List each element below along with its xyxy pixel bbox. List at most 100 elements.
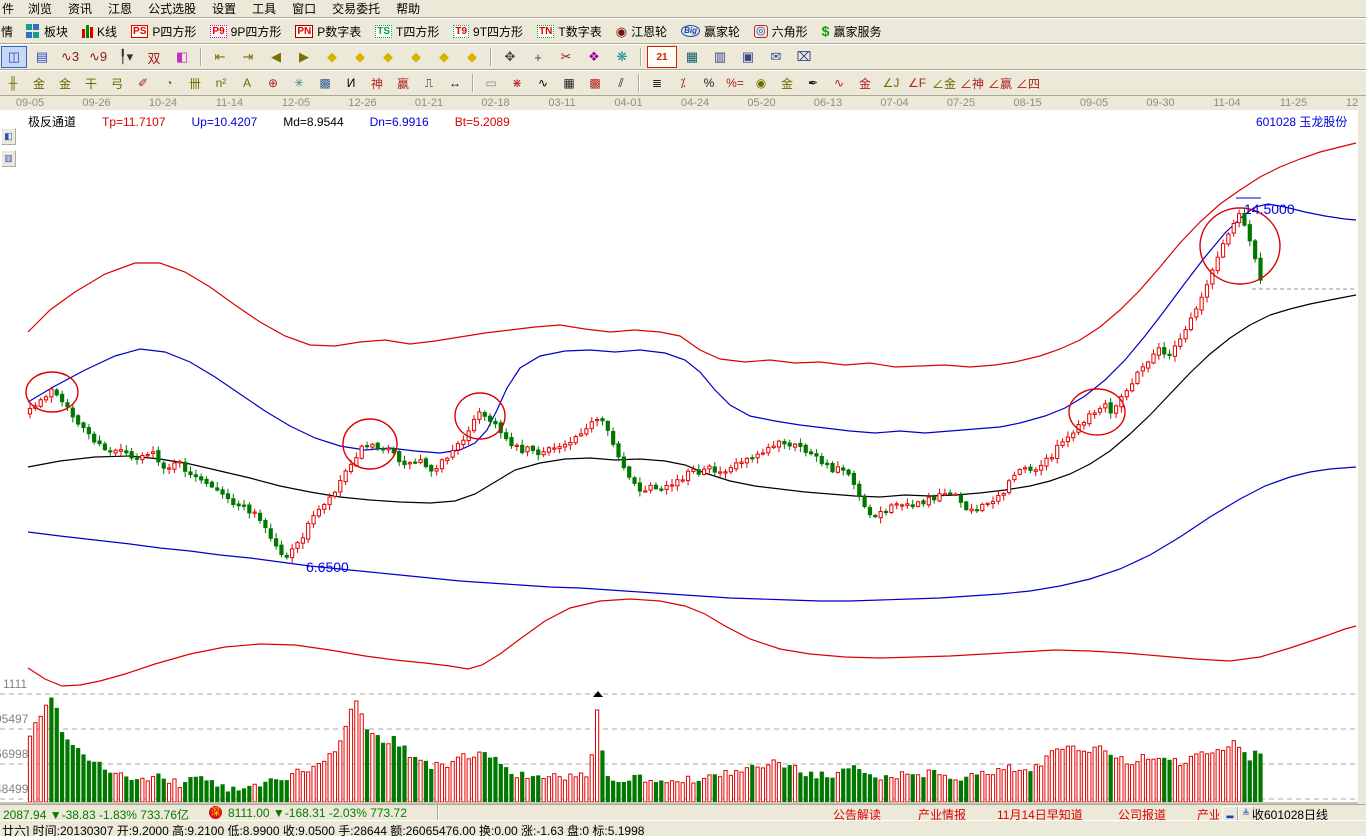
winner-service-button[interactable]: $赢家服务 bbox=[815, 21, 889, 42]
draw-scale-icon[interactable]: ≣ bbox=[645, 72, 669, 94]
draw-ruler-icon[interactable]: 卌 bbox=[183, 72, 207, 94]
menu-item-0[interactable]: 件 bbox=[0, 0, 20, 18]
volume-bar bbox=[767, 765, 770, 802]
quote-view-icon[interactable]: ◫ bbox=[1, 46, 27, 68]
menu-item-8[interactable]: 交易委托 bbox=[324, 0, 388, 18]
wave-3-icon[interactable]: ∿3 bbox=[57, 46, 83, 68]
menu-item-5[interactable]: 设置 bbox=[204, 0, 244, 18]
draw-gold-grid2-icon[interactable]: 金 bbox=[53, 72, 77, 94]
menu-item-9[interactable]: 帮助 bbox=[388, 0, 428, 18]
draw-parallel-icon[interactable]: ⫽ bbox=[609, 72, 633, 94]
candle-style-icon[interactable]: ╿▾ bbox=[113, 46, 139, 68]
draw-cross-icon[interactable]: ╫ bbox=[1, 72, 25, 94]
diamond-left-icon[interactable]: ◆ bbox=[319, 46, 345, 68]
p-square-button[interactable]: PSP四方形 bbox=[124, 21, 203, 42]
gann-wheel-button[interactable]: ◉江恩轮 bbox=[609, 21, 674, 42]
draw-angle-j-icon[interactable]: ∠J bbox=[879, 72, 903, 94]
calculator-icon[interactable]: ▦ bbox=[679, 46, 705, 68]
draw-angle-four-icon[interactable]: ∠四 bbox=[1015, 72, 1041, 94]
volume-bar bbox=[922, 778, 925, 802]
draw-circle-cross-icon[interactable]: ⊕ bbox=[261, 72, 285, 94]
draw-grid-dark-icon[interactable]: ▦ bbox=[557, 72, 581, 94]
save-icon[interactable]: ▣ bbox=[735, 46, 761, 68]
hand-icon[interactable]: ✥ bbox=[497, 46, 523, 68]
draw-angle-f-icon[interactable]: ∠F bbox=[905, 72, 929, 94]
gann-shape-icon[interactable]: ❖ bbox=[581, 46, 607, 68]
volume-bar bbox=[713, 775, 716, 802]
draw-star-web-icon[interactable]: ✳ bbox=[287, 72, 311, 94]
draw-wave-icon[interactable]: ∿ bbox=[827, 72, 851, 94]
draw-grid-web-icon[interactable]: ▩ bbox=[313, 72, 337, 94]
draw-angle-ying-icon[interactable]: ∠赢 bbox=[987, 72, 1013, 94]
calendar-icon[interactable]: 21 bbox=[647, 46, 677, 68]
diamond-right-icon[interactable]: ◆ bbox=[347, 46, 373, 68]
pane-list-icon[interactable]: ▥ bbox=[1, 150, 16, 167]
prev-bar-icon[interactable]: ◀ bbox=[263, 46, 289, 68]
draw-gold-circle-icon[interactable]: ◉ bbox=[749, 72, 773, 94]
volume-bar bbox=[1002, 770, 1005, 802]
draw-box-icon[interactable]: ▭ bbox=[479, 72, 503, 94]
diamond-target-icon[interactable]: ◆ bbox=[459, 46, 485, 68]
draw-percent-line-icon[interactable]: %= bbox=[723, 72, 747, 94]
draw-gold-line-icon[interactable]: 金 bbox=[775, 72, 799, 94]
draw-angle-gold-icon[interactable]: ∠金 bbox=[931, 72, 957, 94]
draw-dial-icon[interactable]: ◔ bbox=[157, 72, 181, 94]
pane-tool-icon[interactable]: ◧ bbox=[1, 128, 16, 145]
spider-web-icon[interactable]: ❋ bbox=[609, 46, 635, 68]
volume-profile-icon[interactable]: ◧ bbox=[169, 46, 195, 68]
draw-fan-icon[interactable]: ⋇ bbox=[505, 72, 529, 94]
draw-fence-icon[interactable]: 干 bbox=[79, 72, 103, 94]
draw-span-icon[interactable]: ↔ bbox=[443, 72, 467, 94]
draw-n2-icon[interactable]: n² bbox=[209, 72, 233, 94]
measure-icon[interactable]: ✂ bbox=[553, 46, 579, 68]
info-view-icon[interactable]: ▤ bbox=[29, 46, 55, 68]
candle-body bbox=[77, 416, 80, 424]
wave-9-icon[interactable]: ∿9 bbox=[85, 46, 111, 68]
next-bar-icon[interactable]: ▶ bbox=[291, 46, 317, 68]
draw-pen-icon[interactable]: ✐ bbox=[131, 72, 155, 94]
menu-item-2[interactable]: 资讯 bbox=[60, 0, 100, 18]
t-digit-table-button[interactable]: TNT数字表 bbox=[530, 21, 609, 42]
draw-mirror-icon[interactable]: A bbox=[235, 72, 259, 94]
first-bar-icon[interactable]: ⇤ bbox=[207, 46, 233, 68]
crosshair-icon[interactable]: + bbox=[525, 46, 551, 68]
diamond-narrow-icon[interactable]: ◆ bbox=[375, 46, 401, 68]
mail-icon[interactable]: ✉ bbox=[763, 46, 789, 68]
workstation-icon[interactable]: ⌧ bbox=[791, 46, 817, 68]
menu-item-6[interactable]: 工具 bbox=[244, 0, 284, 18]
9p-square-button[interactable]: P99P四方形 bbox=[203, 21, 288, 42]
volume-bar bbox=[489, 758, 492, 802]
draw-spiral-icon[interactable]: 弓 bbox=[105, 72, 129, 94]
draw-gold-grid-icon[interactable]: 金 bbox=[27, 72, 51, 94]
draw-quote-icon[interactable]: И bbox=[339, 72, 363, 94]
hexagon-button[interactable]: ◎六角形 bbox=[747, 21, 815, 42]
chart-canvas[interactable]: 14.50006.6500 bbox=[0, 110, 1358, 804]
draw-ink-icon[interactable]: ✒ bbox=[801, 72, 825, 94]
draw-angle-shen-icon[interactable]: ∠神 bbox=[959, 72, 985, 94]
menu-item-4[interactable]: 公式选股 bbox=[140, 0, 204, 18]
draw-grid-red-icon[interactable]: ▩ bbox=[583, 72, 607, 94]
diamond-widen-icon[interactable]: ◆ bbox=[403, 46, 429, 68]
draw-percent7-icon[interactable]: ⁒ bbox=[671, 72, 695, 94]
diamond-star-icon[interactable]: ◆ bbox=[431, 46, 457, 68]
last-bar-icon[interactable]: ⇥ bbox=[235, 46, 261, 68]
formula-manager-icon[interactable]: 双 bbox=[141, 46, 167, 68]
menu-item-7[interactable]: 窗口 bbox=[284, 0, 324, 18]
draw-ying-icon[interactable]: 赢 bbox=[391, 72, 415, 94]
sector-button[interactable]: 板块 bbox=[19, 21, 75, 42]
kline-button[interactable]: K线 bbox=[75, 21, 124, 42]
minimize-panel-icon[interactable]: ▂ bbox=[1222, 806, 1238, 821]
draw-shen-icon[interactable]: 神 bbox=[365, 72, 389, 94]
winner-wheel-button[interactable]: Big赢家轮 bbox=[674, 21, 747, 42]
p-digit-table-button[interactable]: PNP数字表 bbox=[288, 21, 368, 42]
notepad-icon[interactable]: ▥ bbox=[707, 46, 733, 68]
t-square-button[interactable]: TST四方形 bbox=[368, 21, 446, 42]
menu-item-3[interactable]: 江恩 bbox=[100, 0, 140, 18]
draw-gate-icon[interactable]: ⎍ bbox=[417, 72, 441, 94]
draw-percent-icon[interactable]: % bbox=[697, 72, 721, 94]
draw-zigzag-icon[interactable]: ∿ bbox=[531, 72, 555, 94]
draw-gold-red-icon[interactable]: 金 bbox=[853, 72, 877, 94]
9t-square-button[interactable]: T99T四方形 bbox=[446, 21, 530, 42]
volume-bar bbox=[499, 764, 502, 802]
menu-item-1[interactable]: 浏览 bbox=[20, 0, 60, 18]
